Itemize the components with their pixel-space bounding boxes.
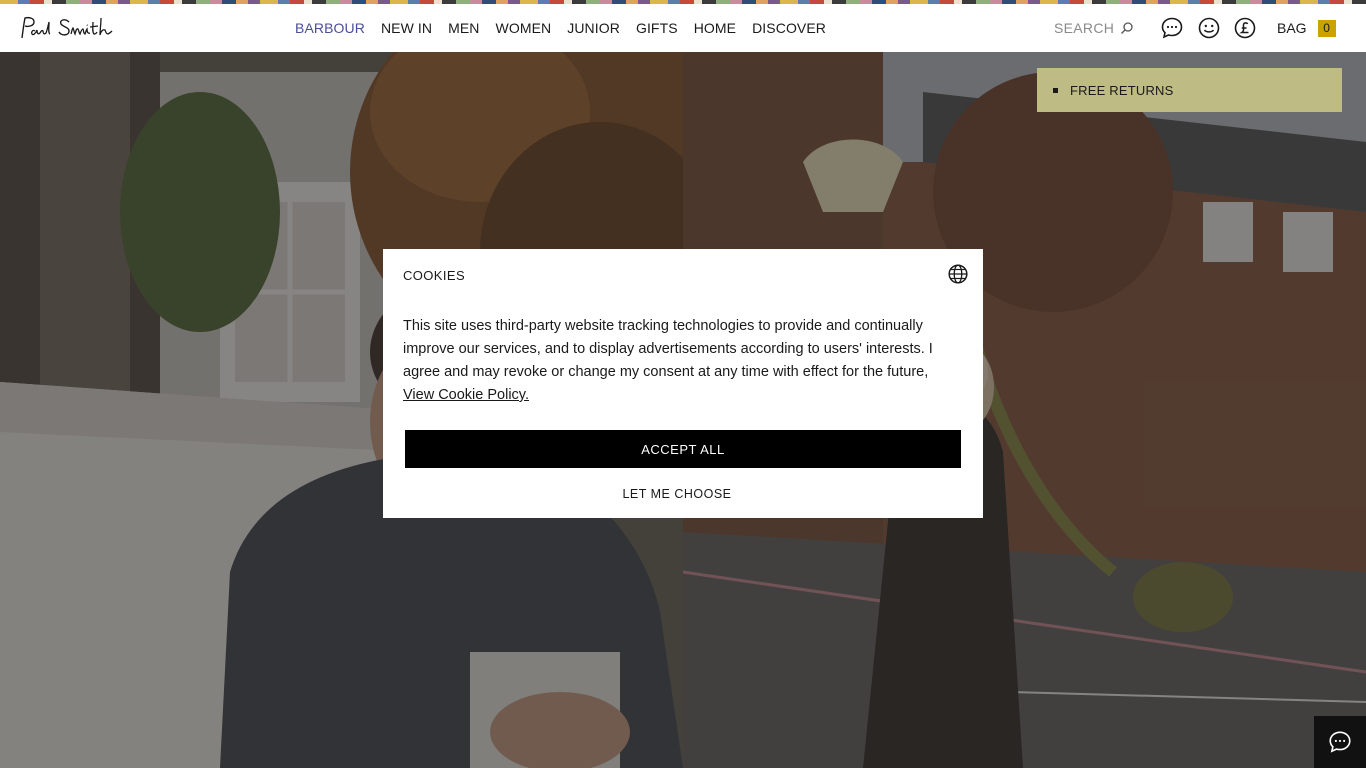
promo-text: FREE RETURNS [1070, 82, 1174, 98]
nav-item-discover[interactable]: DISCOVER [752, 20, 826, 36]
bag-label: BAG [1277, 20, 1307, 36]
let-me-choose-button[interactable]: LET ME CHOOSE [577, 485, 777, 503]
account-smiley-icon[interactable] [1197, 16, 1221, 40]
search-label: SEARCH [1054, 20, 1115, 36]
cookie-dialog-text: This site uses third-party website track… [403, 318, 933, 380]
accept-all-button[interactable]: ACCEPT ALL [405, 430, 961, 468]
brand-logo[interactable] [19, 14, 129, 42]
signature-logo-icon [21, 16, 113, 39]
main-nav: BARBOUR NEW IN MEN WOMEN JUNIOR GIFTS HO… [295, 4, 826, 52]
nav-item-home[interactable]: HOME [694, 20, 736, 36]
site-header: BARBOUR NEW IN MEN WOMEN JUNIOR GIFTS HO… [0, 4, 1366, 52]
cookie-dialog-body: This site uses third-party website track… [403, 315, 963, 407]
nav-item-junior[interactable]: JUNIOR [567, 20, 620, 36]
live-chat-button[interactable] [1314, 716, 1366, 768]
chat-bubble-icon[interactable] [1160, 16, 1184, 40]
free-returns-banner[interactable]: FREE RETURNS [1037, 68, 1342, 112]
bag-count-badge: 0 [1317, 19, 1336, 37]
nav-item-gifts[interactable]: GIFTS [636, 20, 678, 36]
globe-icon[interactable] [948, 264, 968, 284]
nav-item-women[interactable]: WOMEN [496, 20, 552, 36]
cookie-dialog-title: COOKIES [403, 268, 466, 283]
search-icon [1121, 22, 1133, 34]
search-button[interactable]: SEARCH [1054, 4, 1134, 52]
nav-item-barbour[interactable]: BARBOUR [295, 20, 365, 36]
cookie-policy-link[interactable]: View Cookie Policy. [403, 387, 529, 403]
chat-bubble-icon [1329, 731, 1351, 753]
nav-item-men[interactable]: MEN [448, 20, 479, 36]
cookie-consent-dialog: COOKIES This site uses third-party websi… [383, 249, 983, 518]
nav-item-new-in[interactable]: NEW IN [381, 20, 432, 36]
square-bullet-icon [1053, 87, 1058, 93]
bag-button[interactable]: BAG 0 [1277, 4, 1336, 52]
pound-currency-icon[interactable] [1233, 16, 1257, 40]
